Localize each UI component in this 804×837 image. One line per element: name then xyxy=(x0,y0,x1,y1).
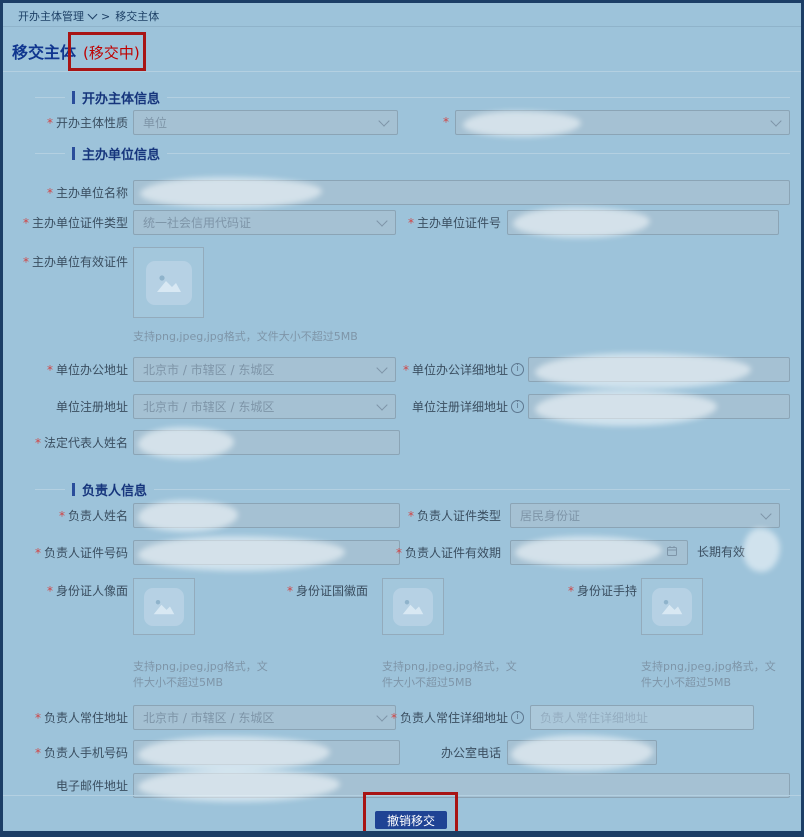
required-asterisk: * xyxy=(47,116,53,130)
title-divider xyxy=(3,71,801,72)
required-asterisk: * xyxy=(47,186,53,200)
page-title: 移交主体 xyxy=(12,39,76,63)
manager-cert-type-select[interactable]: 居民身份证 xyxy=(510,503,780,528)
required-asterisk: * xyxy=(47,363,53,377)
info-icon xyxy=(511,400,524,413)
image-placeholder-icon xyxy=(393,588,433,626)
org-cert-type-select[interactable]: 统一社会信用代码证 xyxy=(133,210,396,235)
breadcrumb: 开办主体管理 > 移交主体 xyxy=(18,8,159,24)
chevron-down-icon xyxy=(376,399,387,410)
manager-address-detail-input[interactable]: 负责人常住详细地址 xyxy=(530,705,754,730)
redacted-text xyxy=(535,390,717,426)
id-card-holding-label: * 身份证手持 xyxy=(568,578,637,603)
chevron-down-icon xyxy=(770,115,781,126)
chevron-down-icon xyxy=(88,9,98,19)
info-icon xyxy=(511,711,524,724)
redacted-text xyxy=(511,735,653,771)
required-asterisk: * xyxy=(35,546,41,560)
redacted-text xyxy=(138,536,345,571)
long-term-valid-label: 长期有效 xyxy=(697,540,745,565)
required-asterisk: * xyxy=(568,584,574,598)
org-cert-file-label: * 主办单位有效证件 xyxy=(23,249,128,274)
office-address-label: * 单位办公地址 xyxy=(23,357,128,382)
office-address-select[interactable]: 北京市 / 市辖区 / 东城区 xyxy=(133,357,396,382)
reg-address-detail-label: 单位注册详细地址 xyxy=(412,394,524,419)
section-header-manager: 负责人信息 xyxy=(35,482,790,496)
upload-hint: 支持png,jpeg,jpg格式，文件大小不超过5MB xyxy=(382,659,527,691)
breadcrumb-divider xyxy=(3,26,801,27)
breadcrumb-current: 移交主体 xyxy=(115,8,159,24)
annotation-box-status xyxy=(68,32,146,71)
required-asterisk: * xyxy=(408,509,414,523)
chevron-down-icon xyxy=(378,115,389,126)
required-asterisk: * xyxy=(408,216,414,230)
required-asterisk: * xyxy=(23,255,29,269)
required-asterisk: * xyxy=(443,110,449,135)
manager-name-label: * 负责人姓名 xyxy=(23,503,128,528)
transfer-subject-page: 开办主体管理 > 移交主体 移交主体 (移交中) 开办主体信息 * 开办主体性质… xyxy=(0,0,804,837)
manager-phone-label: * 负责人手机号码 xyxy=(23,740,128,765)
org-cert-type-label: * 主办单位证件类型 xyxy=(23,210,128,235)
manager-cert-type-label: * 负责人证件类型 xyxy=(408,503,501,528)
id-card-back-label: * 身份证国徽面 xyxy=(287,578,368,603)
calendar-icon xyxy=(666,545,678,560)
manager-address-label: * 负责人常住地址 xyxy=(23,705,128,730)
id-card-back-upload-box[interactable] xyxy=(382,578,444,635)
upload-hint: 支持png,jpeg,jpg格式，文件大小不超过5MB xyxy=(641,659,786,691)
section-header-subject: 开办主体信息 xyxy=(35,90,790,104)
org-cert-no-label: * 主办单位证件号 xyxy=(408,210,501,235)
office-address-detail-label: * 单位办公详细地址 xyxy=(403,357,524,382)
section-bar xyxy=(72,91,75,104)
info-icon xyxy=(511,363,524,376)
chevron-down-icon xyxy=(376,710,387,721)
section-bar xyxy=(72,483,75,496)
image-placeholder-icon xyxy=(144,588,184,626)
required-asterisk: * xyxy=(287,584,293,598)
chevron-down-icon xyxy=(376,362,387,373)
breadcrumb-separator: > xyxy=(101,10,110,23)
required-asterisk: * xyxy=(23,216,29,230)
required-asterisk: * xyxy=(35,711,41,725)
required-asterisk: * xyxy=(35,436,41,450)
legal-rep-name-label: * 法定代表人姓名 xyxy=(23,430,128,455)
redacted-text xyxy=(535,353,751,389)
section-header-organizer: 主办单位信息 xyxy=(35,146,790,160)
section-title: 负责人信息 xyxy=(82,480,147,499)
id-card-front-upload-box[interactable] xyxy=(133,578,195,635)
reg-address-label: 单位注册地址 xyxy=(23,394,128,419)
chevron-down-icon xyxy=(376,215,387,226)
subject-nature-select[interactable]: 单位 xyxy=(133,110,398,135)
redacted-text xyxy=(138,736,330,771)
section-bar xyxy=(72,147,75,160)
breadcrumb-root[interactable]: 开办主体管理 xyxy=(18,8,84,24)
chevron-down-icon xyxy=(760,508,771,519)
required-asterisk: * xyxy=(47,584,53,598)
required-asterisk: * xyxy=(396,546,402,560)
org-cert-upload-box[interactable] xyxy=(133,247,204,318)
annotation-box-revoke xyxy=(363,792,458,836)
section-title: 开办主体信息 xyxy=(82,88,160,107)
required-asterisk: * xyxy=(59,509,65,523)
upload-hint: 支持png,jpeg,jpg格式，文件大小不超过5MB xyxy=(133,659,278,691)
upload-hint: 支持png,jpeg,jpg格式，文件大小不超过5MB xyxy=(133,329,358,345)
id-card-holding-upload-box[interactable] xyxy=(641,578,703,635)
image-placeholder-icon xyxy=(146,261,192,305)
required-asterisk: * xyxy=(403,363,409,377)
reg-address-select[interactable]: 北京市 / 市辖区 / 东城区 xyxy=(133,394,396,419)
manager-cert-no-label: * 负责人证件号码 xyxy=(23,540,128,565)
id-card-front-label: * 身份证人像面 xyxy=(23,578,128,603)
org-name-label: * 主办单位名称 xyxy=(23,180,128,205)
office-phone-label: 办公室电话 xyxy=(441,740,501,765)
required-asterisk: * xyxy=(35,746,41,760)
manager-cert-validity-label: * 负责人证件有效期 xyxy=(396,540,501,565)
redacted-text xyxy=(743,528,780,572)
image-placeholder-icon xyxy=(652,588,692,626)
required-asterisk: * xyxy=(391,711,397,725)
section-title: 主办单位信息 xyxy=(82,144,160,163)
manager-address-detail-label: * 负责人常住详细地址 xyxy=(391,705,524,730)
manager-address-select[interactable]: 北京市 / 市辖区 / 东城区 xyxy=(133,705,396,730)
subject-nature-label: * 开办主体性质 xyxy=(23,110,128,135)
